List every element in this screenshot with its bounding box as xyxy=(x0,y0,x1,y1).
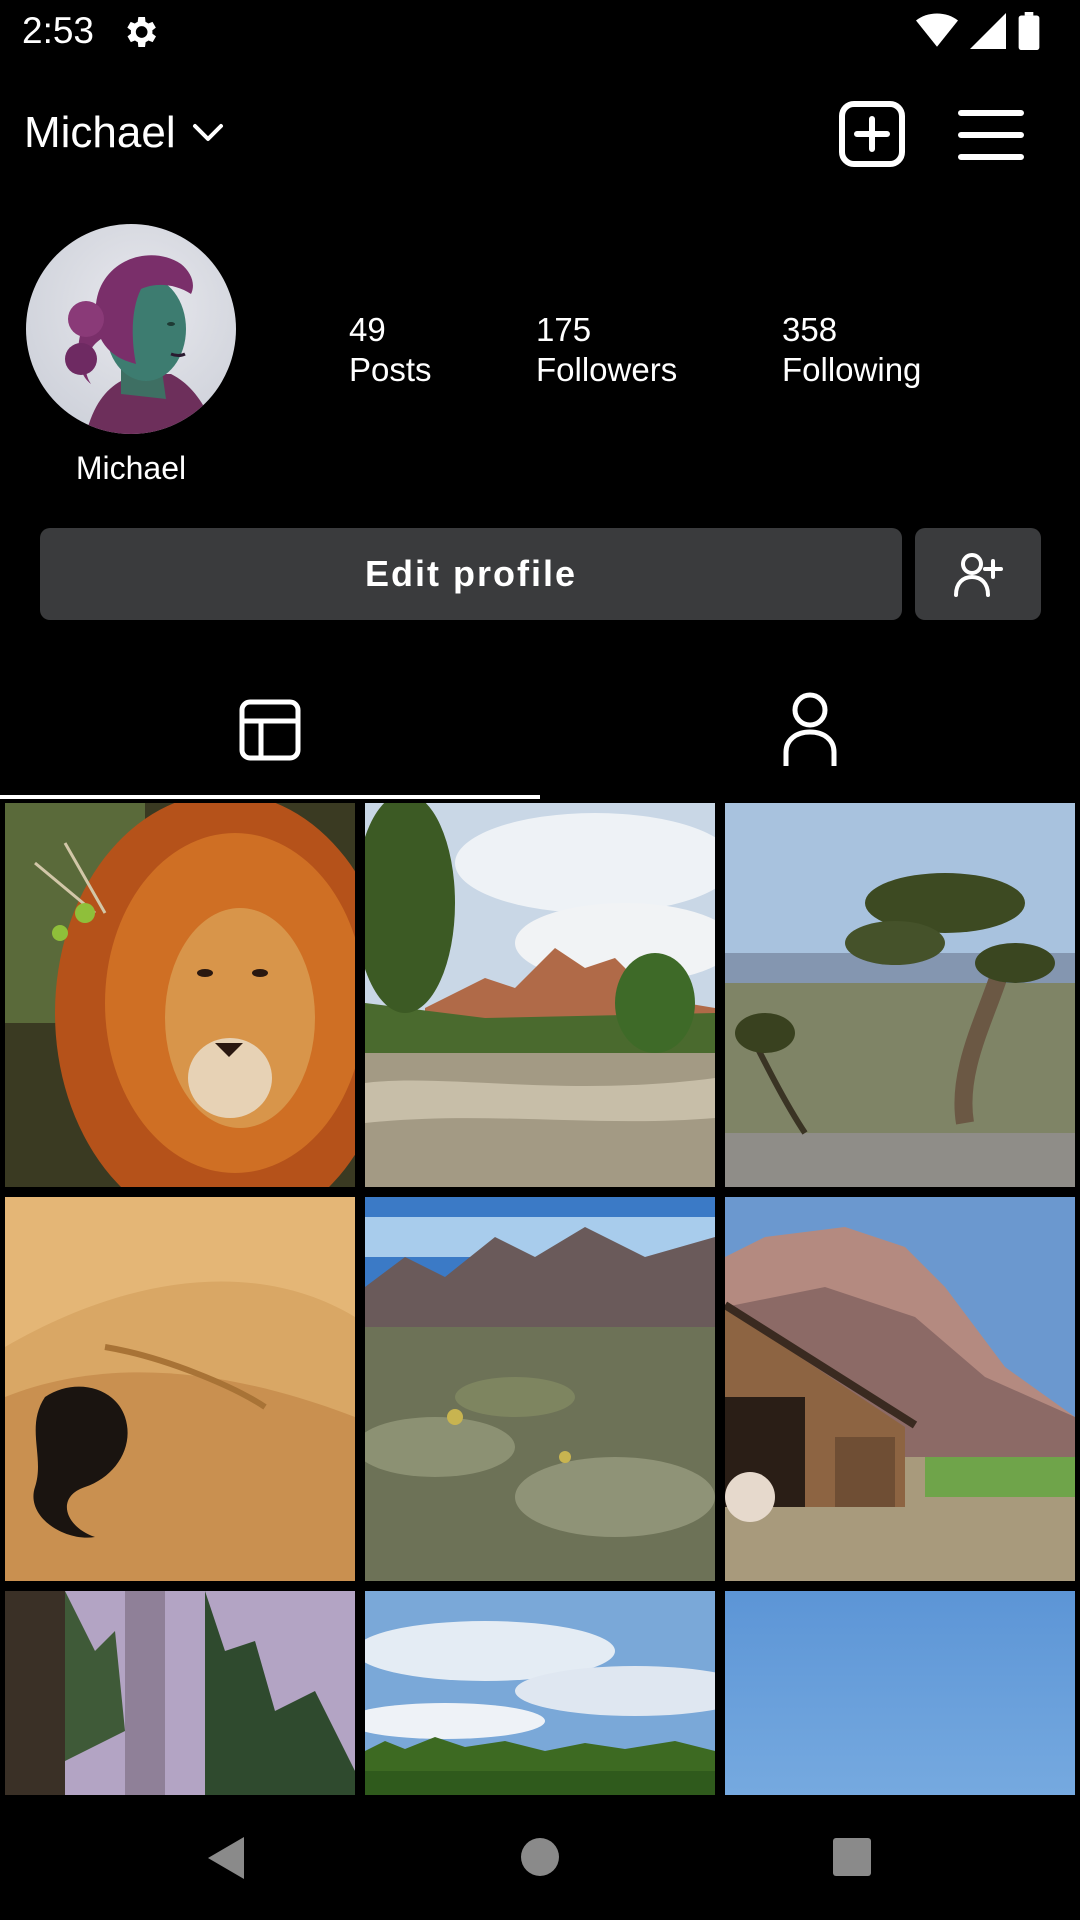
post-thumbnail-desert-mountains[interactable] xyxy=(365,1197,715,1581)
account-switcher[interactable]: Michael xyxy=(24,108,224,158)
canyon-river-image xyxy=(365,803,715,1187)
followers-label: Followers xyxy=(536,351,678,388)
tagged-person-icon xyxy=(783,692,837,766)
tab-tagged[interactable] xyxy=(540,660,1080,800)
sand-dune-image xyxy=(5,1197,355,1581)
chevron-down-icon xyxy=(192,124,223,141)
settings-gear-icon xyxy=(127,17,156,47)
back-icon[interactable] xyxy=(206,1835,246,1881)
following-count: 358 xyxy=(782,311,838,348)
profile-name: Michael xyxy=(75,450,187,486)
post-thumbnail-lion[interactable] xyxy=(5,803,355,1187)
posts-count: 49 xyxy=(349,311,386,348)
recents-icon[interactable] xyxy=(832,1837,872,1877)
treeline-sky-image xyxy=(365,1591,715,1795)
stat-following[interactable]: 358 Following xyxy=(782,310,921,390)
misty-forest-image xyxy=(5,1591,355,1795)
photo-grid xyxy=(0,803,1080,1795)
stat-posts[interactable]: 49 Posts xyxy=(349,310,432,390)
discover-people-button[interactable] xyxy=(915,528,1041,620)
post-thumbnail-tree-overlook[interactable] xyxy=(725,803,1075,1187)
new-post-button[interactable] xyxy=(838,100,906,168)
barn-cliff-image xyxy=(725,1197,1075,1581)
edit-profile-button[interactable]: Edit profile xyxy=(40,528,902,620)
menu-button[interactable] xyxy=(958,108,1024,162)
home-icon[interactable] xyxy=(520,1837,560,1877)
tree-overlook-image xyxy=(725,803,1075,1187)
add-person-icon xyxy=(954,553,1003,597)
account-name: Michael xyxy=(24,108,176,157)
post-thumbnail-sand-dune[interactable] xyxy=(5,1197,355,1581)
avatar-portrait-image xyxy=(65,255,216,434)
wifi-icon xyxy=(916,13,958,47)
post-thumbnail-blue-sky[interactable] xyxy=(725,1591,1075,1795)
lion-image xyxy=(5,803,355,1187)
tab-posts-grid[interactable] xyxy=(0,660,540,800)
avatar[interactable] xyxy=(26,224,236,434)
post-thumbnail-treeline-sky[interactable] xyxy=(365,1591,715,1795)
post-thumbnail-canyon-river[interactable] xyxy=(365,803,715,1187)
followers-count: 175 xyxy=(536,311,592,348)
selected-tab-indicator xyxy=(0,795,540,799)
stat-followers[interactable]: 175 Followers xyxy=(536,310,677,390)
desert-mountains-image xyxy=(365,1197,715,1581)
cell-signal-icon xyxy=(970,13,1006,49)
post-thumbnail-misty-forest[interactable] xyxy=(5,1591,355,1795)
status-time: 2:53 xyxy=(22,10,95,51)
posts-label: Posts xyxy=(349,351,432,388)
following-label: Following xyxy=(782,351,922,388)
post-thumbnail-barn-cliff[interactable] xyxy=(725,1197,1075,1581)
status-icons xyxy=(916,12,1040,50)
blue-sky-image xyxy=(725,1591,1075,1795)
battery-icon xyxy=(1018,12,1040,50)
grid-icon xyxy=(239,699,301,761)
system-navigation-bar xyxy=(0,1795,1080,1920)
